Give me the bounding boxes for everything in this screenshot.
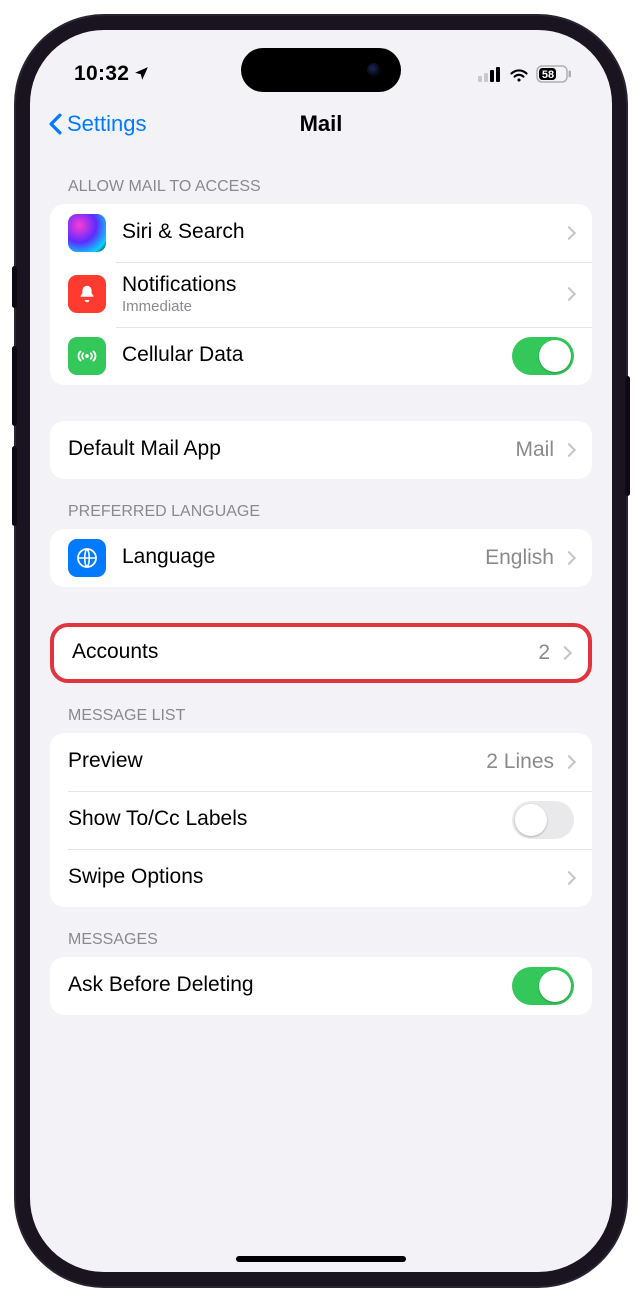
dynamic-island [241,48,401,92]
side-button [625,376,630,496]
side-button [12,446,17,526]
cellular-data-icon [68,337,106,375]
row-label: Default Mail App [68,436,515,462]
row-label: Siri & Search [122,219,564,245]
section-header-message-list: MESSAGE LIST [50,683,592,733]
chevron-right-icon [562,225,576,239]
row-label: Show To/Cc Labels [68,806,512,832]
battery-icon: 58 [536,65,572,83]
notifications-icon [68,275,106,313]
row-preview[interactable]: Preview 2 Lines [50,733,592,791]
chevron-right-icon [562,442,576,456]
side-button [12,266,17,308]
page-title: Mail [300,111,343,137]
row-swipe-options[interactable]: Swipe Options [50,849,592,907]
svg-text:58: 58 [542,69,554,81]
chevron-right-icon [562,754,576,768]
back-label: Settings [67,111,147,137]
siri-icon [68,214,106,252]
section-header-language: PREFERRED LANGUAGE [50,479,592,529]
group-language: Language English [50,529,592,587]
group-messages: Ask Before Deleting [50,957,592,1015]
row-label: Preview [68,748,486,774]
row-accounts[interactable]: Accounts 2 [54,627,588,679]
section-header-messages: MESSAGES [50,907,592,957]
row-cellular-data[interactable]: Cellular Data [50,327,592,385]
row-value: English [485,546,554,570]
row-subtitle: Immediate [122,298,564,317]
status-time: 10:32 [74,62,129,86]
section-header-access: ALLOW MAIL TO ACCESS [50,154,592,204]
row-siri-search[interactable]: Siri & Search [50,204,592,262]
group-default-app: Default Mail App Mail [50,421,592,479]
back-button[interactable]: Settings [48,111,147,137]
row-language[interactable]: Language English [50,529,592,587]
screen: 10:32 58 [30,30,612,1272]
wifi-icon [508,66,530,82]
row-value: Mail [515,438,554,462]
chevron-right-icon [562,287,576,301]
row-value: 2 [538,641,550,665]
chevron-right-icon [562,870,576,884]
ask-before-deleting-toggle[interactable] [512,967,574,1005]
chevron-right-icon [558,645,572,659]
row-label: Ask Before Deleting [68,972,512,998]
show-tocc-toggle[interactable] [512,801,574,839]
group-accounts: Accounts 2 [50,623,592,683]
side-button [12,346,17,426]
content: ALLOW MAIL TO ACCESS Siri & Search Notif… [30,154,612,1055]
row-label: Notifications Immediate [122,272,564,317]
row-label: Language [122,544,485,570]
row-label: Cellular Data [122,342,512,368]
phone-frame: 10:32 58 [16,16,626,1286]
row-label: Swipe Options [68,864,564,890]
row-label: Accounts [72,639,538,665]
home-indicator[interactable] [236,1256,406,1262]
row-title: Notifications [122,273,236,296]
row-default-mail-app[interactable]: Default Mail App Mail [50,421,592,479]
location-icon [133,65,150,82]
group-access: Siri & Search Notifications Immediate [50,204,592,385]
globe-icon [68,539,106,577]
chevron-left-icon [48,113,63,135]
cellular-signal-icon [478,66,502,82]
row-value: 2 Lines [486,750,554,774]
row-ask-before-deleting[interactable]: Ask Before Deleting [50,957,592,1015]
row-notifications[interactable]: Notifications Immediate [50,262,592,327]
nav-bar: Settings Mail [30,100,612,148]
group-message-list: Preview 2 Lines Show To/Cc Labels Swipe … [50,733,592,907]
row-show-tocc[interactable]: Show To/Cc Labels [50,791,592,849]
chevron-right-icon [562,550,576,564]
cellular-data-toggle[interactable] [512,337,574,375]
